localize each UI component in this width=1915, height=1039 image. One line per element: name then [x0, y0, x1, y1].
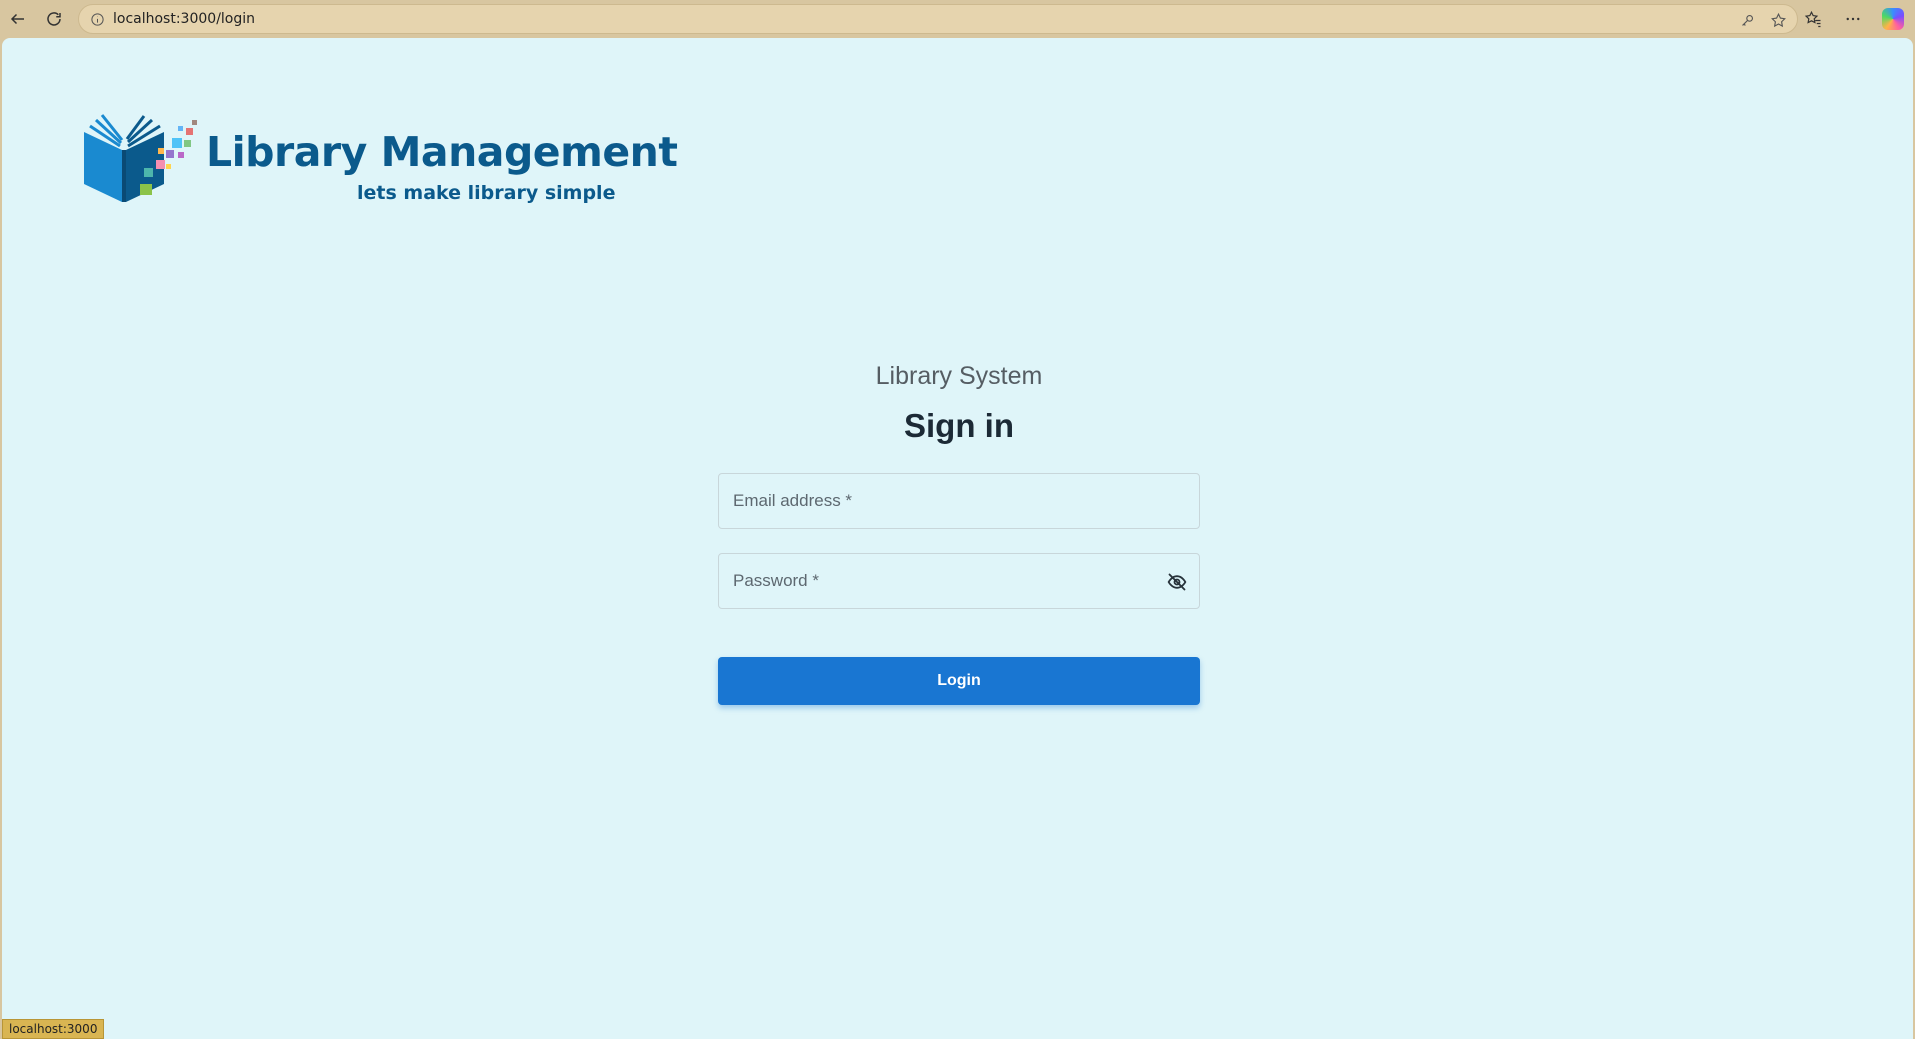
more-button[interactable]: [1837, 3, 1869, 35]
login-button[interactable]: Login: [718, 657, 1200, 705]
page-title: Sign in: [904, 407, 1014, 444]
star-icon[interactable]: [1770, 12, 1787, 29]
reload-button[interactable]: [36, 1, 72, 37]
more-icon: [1846, 17, 1860, 21]
copilot-icon: [1882, 8, 1904, 30]
password-label: Password *: [733, 571, 819, 590]
favorites-icon: [1804, 10, 1821, 28]
status-bar-url: localhost:3000: [2, 1019, 105, 1039]
logo-title: Library Management: [206, 128, 678, 176]
eye-off-icon[interactable]: [1165, 570, 1189, 594]
info-icon[interactable]: [89, 11, 105, 27]
address-bar[interactable]: localhost:3000/login: [78, 4, 1798, 34]
favorites-button[interactable]: [1797, 3, 1829, 35]
page-viewport: Library Management lets make library sim…: [2, 38, 1913, 1039]
login-form: Library System Sign in Email address * P…: [718, 358, 1200, 705]
email-field[interactable]: Email address *: [718, 473, 1200, 529]
reload-icon: [47, 12, 61, 26]
back-button[interactable]: [0, 1, 36, 37]
url-text[interactable]: localhost:3000/login: [113, 11, 255, 27]
system-title: Library System: [875, 362, 1043, 390]
browser-toolbar: localhost:3000/login: [0, 0, 1915, 38]
book-logo-icon: [84, 114, 197, 202]
copilot-button[interactable]: [1877, 3, 1909, 35]
email-label: Email address *: [733, 491, 853, 510]
app-logo: Library Management lets make library sim…: [82, 110, 678, 240]
arrow-left-icon: [10, 13, 24, 25]
logo-tagline: lets make library simple: [357, 182, 616, 204]
password-field[interactable]: Password *: [718, 553, 1200, 609]
key-icon[interactable]: [1739, 12, 1756, 29]
